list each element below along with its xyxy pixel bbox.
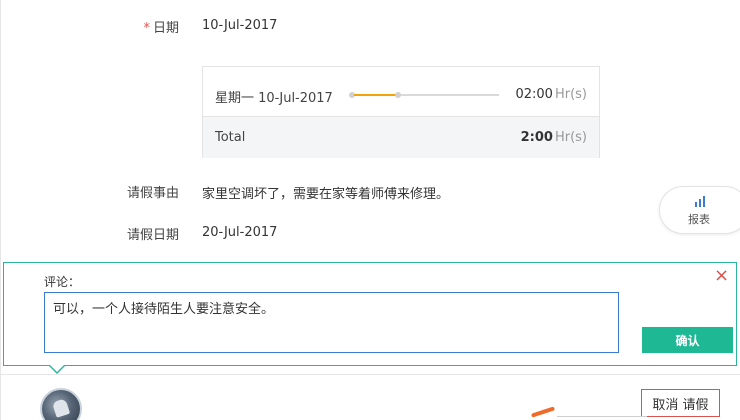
hours-slider[interactable]: [349, 92, 499, 98]
left-border: [0, 0, 1, 420]
cancel-leave-button[interactable]: 取消 请假: [641, 389, 720, 417]
reason-label: 请假事由: [126, 186, 179, 201]
total-hours: 2:00 Hr(s): [520, 130, 587, 145]
annotation-line: [557, 416, 647, 417]
slider-fill: [354, 94, 397, 96]
annotation-mark: [530, 406, 556, 418]
hours-table: 星期一 10-Jul-2017 02:00 Hr(s) Total 2:00 Hr(…: [202, 66, 600, 158]
comment-panel: 评论： × 确认: [3, 262, 737, 366]
close-icon[interactable]: ×: [714, 267, 729, 285]
required-asterisk: *: [143, 21, 150, 36]
day-hours: 02:00 Hr(s): [515, 87, 587, 102]
report-button[interactable]: 报表: [659, 186, 740, 234]
hours-day-row: 星期一 10-Jul-2017 02:00 Hr(s): [203, 67, 599, 116]
hours-total-row: Total 2:00 Hr(s): [203, 116, 599, 158]
slider-end-handle[interactable]: [395, 92, 401, 98]
avatar: [40, 388, 82, 420]
comment-input[interactable]: [44, 292, 619, 353]
bar-chart-icon: [695, 196, 705, 207]
leave-date-value: 20-Jul-2017: [202, 225, 278, 240]
date-label: * 日期: [143, 21, 179, 36]
leave-date-label: 请假日期: [126, 228, 179, 243]
reason-value: 家里空调坏了，需要在家等着师傅来修理。: [202, 187, 450, 202]
avatar-figure: [51, 398, 71, 418]
total-label: Total: [215, 130, 246, 145]
date-value: 10-Jul-2017: [202, 18, 278, 33]
report-label: 报表: [688, 213, 710, 226]
comment-pointer-fill: [50, 365, 64, 372]
divider: [0, 374, 740, 375]
day-label: 星期一 10-Jul-2017: [215, 91, 333, 106]
comment-label: 评论：: [44, 275, 81, 289]
confirm-button[interactable]: 确认: [642, 327, 733, 353]
